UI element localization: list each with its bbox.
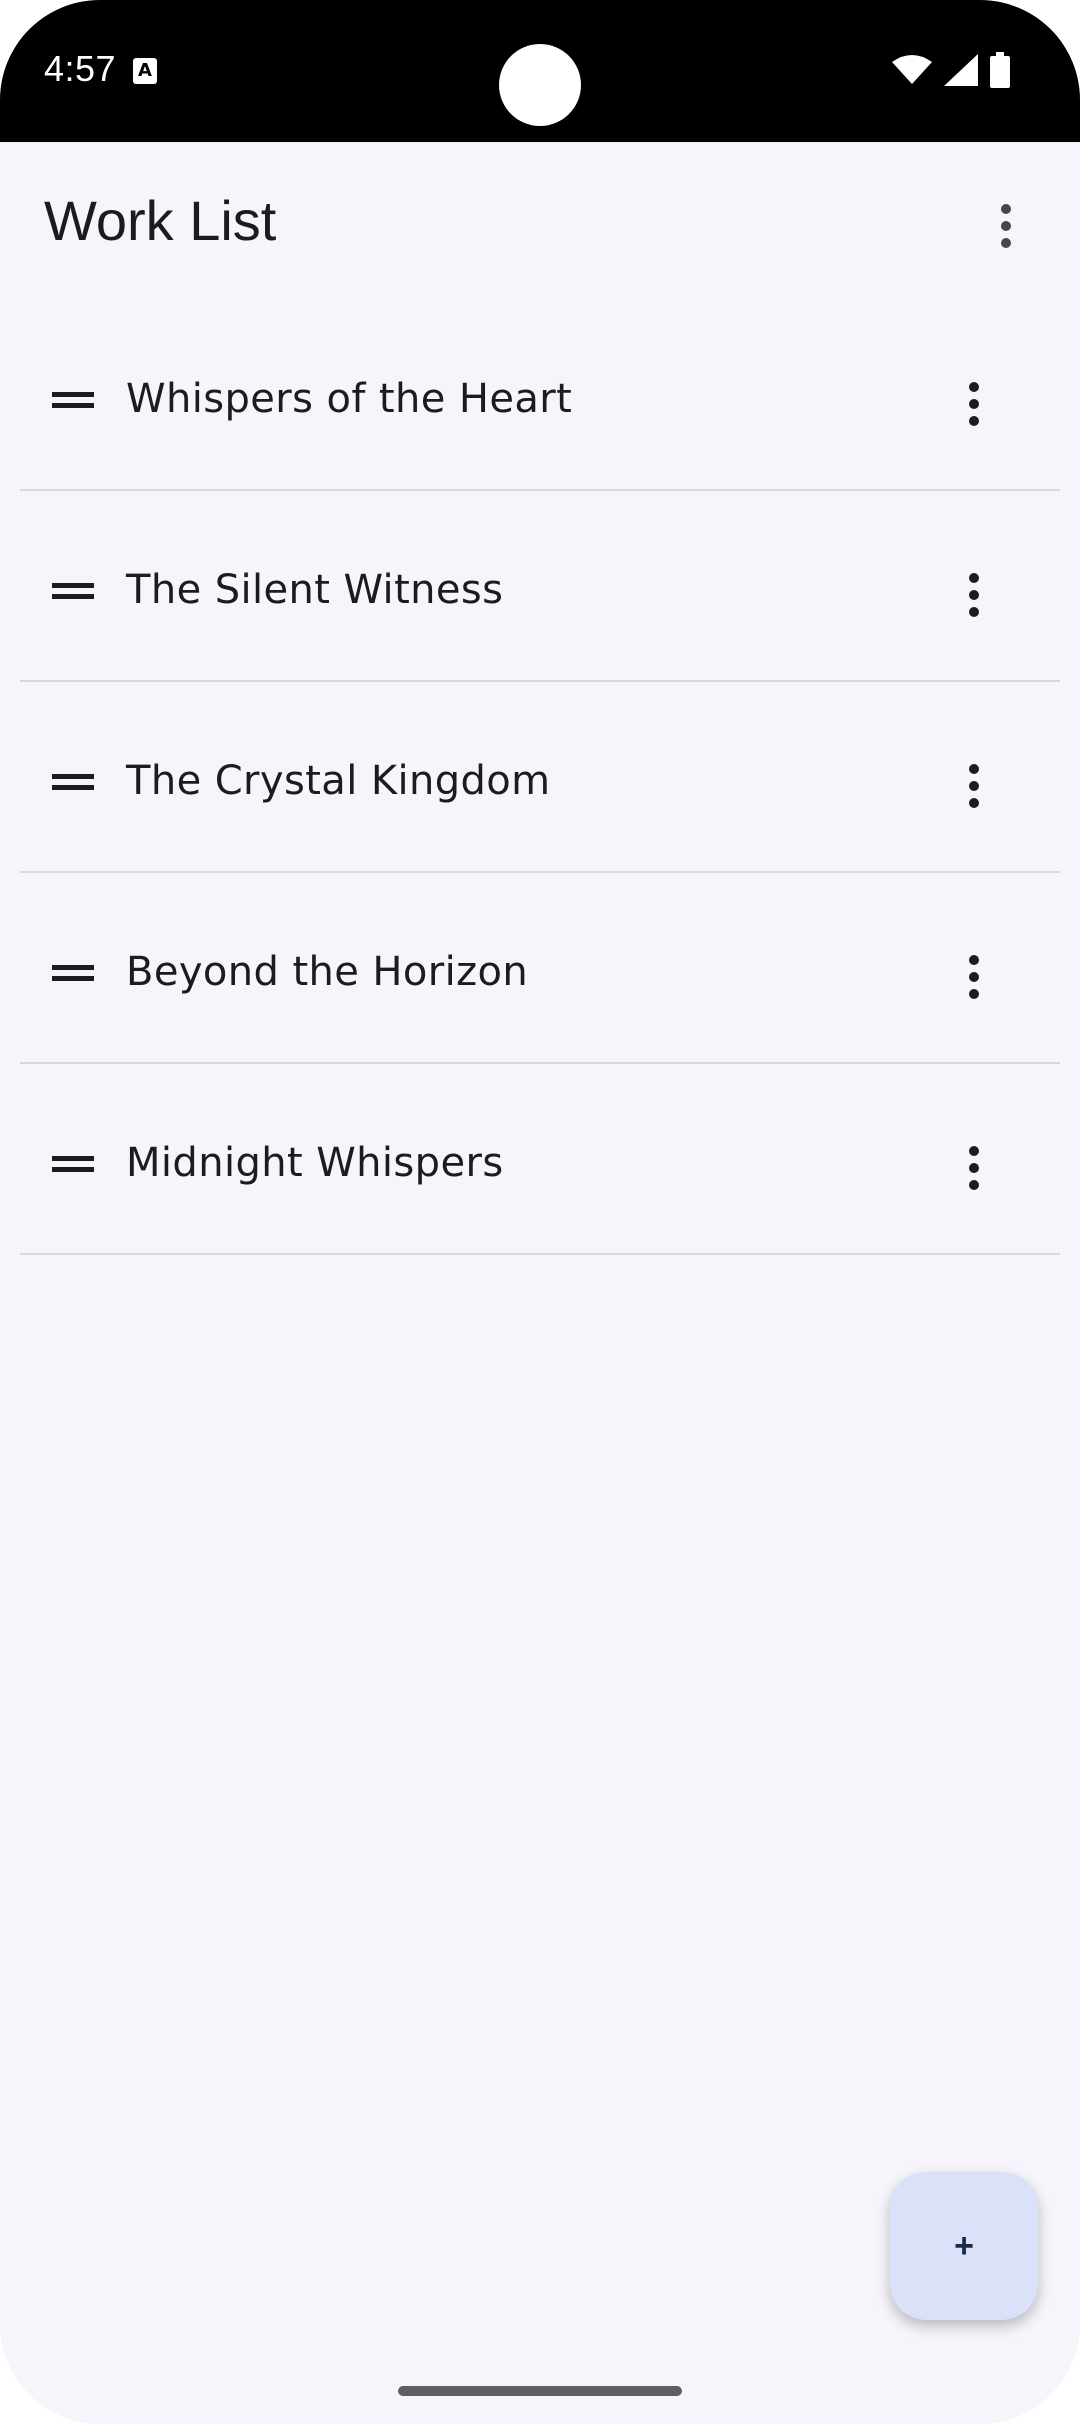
work-list: Whispers of the Heart The Silent Witness… bbox=[20, 300, 1060, 1255]
status-bar: 4:57 A bbox=[0, 0, 1080, 142]
more-options-icon[interactable] bbox=[976, 196, 1036, 256]
screen: 4:57 A Work List Whispers of the Heart T… bbox=[0, 0, 1080, 2424]
battery-icon bbox=[990, 52, 1010, 88]
item-more-options-icon[interactable] bbox=[944, 756, 1004, 816]
list-item[interactable]: Whispers of the Heart bbox=[20, 300, 1060, 491]
list-item-title: Midnight Whispers bbox=[126, 1140, 504, 1186]
item-more-options-icon[interactable] bbox=[944, 1138, 1004, 1198]
list-item-title: The Crystal Kingdom bbox=[126, 758, 551, 804]
home-indicator[interactable] bbox=[398, 2386, 682, 2396]
drag-handle-icon[interactable] bbox=[52, 583, 94, 599]
item-more-options-icon[interactable] bbox=[944, 947, 1004, 1007]
drag-handle-icon[interactable] bbox=[52, 774, 94, 790]
drag-handle-icon[interactable] bbox=[52, 392, 94, 408]
signal-icon bbox=[944, 54, 978, 86]
list-item[interactable]: Midnight Whispers bbox=[20, 1064, 1060, 1255]
add-work-button[interactable]: + bbox=[890, 2172, 1038, 2320]
list-item[interactable]: The Silent Witness bbox=[20, 491, 1060, 682]
page-title: Work List bbox=[44, 189, 277, 252]
item-more-options-icon[interactable] bbox=[944, 374, 1004, 434]
status-icons bbox=[892, 52, 1010, 88]
drag-handle-icon[interactable] bbox=[52, 965, 94, 981]
list-item[interactable]: Beyond the Horizon bbox=[20, 873, 1060, 1064]
list-item-title: Whispers of the Heart bbox=[126, 376, 573, 422]
list-item-title: Beyond the Horizon bbox=[126, 949, 529, 995]
drag-handle-icon[interactable] bbox=[52, 1156, 94, 1172]
list-item[interactable]: The Crystal Kingdom bbox=[20, 682, 1060, 873]
list-item-title: The Silent Witness bbox=[126, 567, 504, 613]
notification-a-icon: A bbox=[133, 58, 157, 84]
status-time: 4:57 bbox=[44, 48, 117, 89]
item-more-options-icon[interactable] bbox=[944, 565, 1004, 625]
camera-cutout bbox=[499, 44, 581, 126]
wifi-icon bbox=[892, 55, 932, 84]
